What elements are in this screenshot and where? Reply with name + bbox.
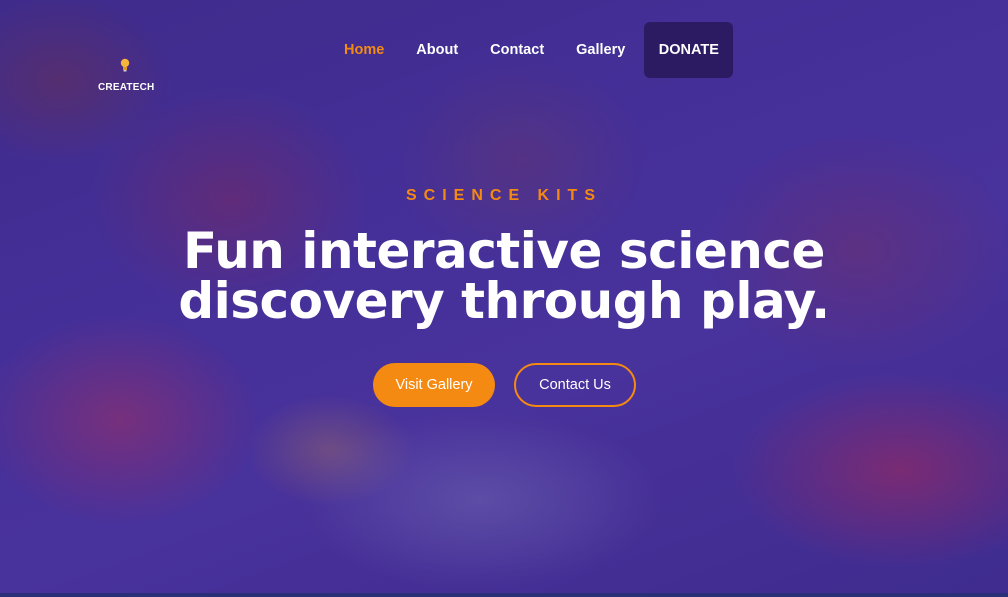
main-navigation: Home About Contact Gallery DONATE — [328, 22, 734, 78]
nav-link-home[interactable]: Home — [328, 42, 400, 58]
nav-link-gallery[interactable]: Gallery — [560, 42, 641, 58]
visit-gallery-button[interactable]: Visit Gallery — [373, 363, 495, 407]
headline-line-2: discovery through play. — [178, 272, 830, 330]
contact-us-button[interactable]: Contact Us — [514, 363, 636, 407]
nav-link-about[interactable]: About — [400, 42, 474, 58]
hero-eyebrow: SCIENCE KITS — [405, 187, 602, 204]
lightbulb-icon — [120, 58, 130, 72]
brand-name: CREATECH — [98, 82, 155, 93]
hero-headline: Fun interactive science discovery throug… — [0, 226, 1008, 326]
bottom-border — [0, 593, 1008, 597]
donate-button[interactable]: DONATE — [644, 22, 734, 78]
nav-link-contact[interactable]: Contact — [474, 42, 560, 58]
site-logo[interactable]: CREATECH — [96, 54, 156, 96]
headline-line-1: Fun interactive science — [183, 222, 825, 280]
hero-section: CREATECH Home About Contact Gallery DONA… — [0, 0, 1008, 597]
